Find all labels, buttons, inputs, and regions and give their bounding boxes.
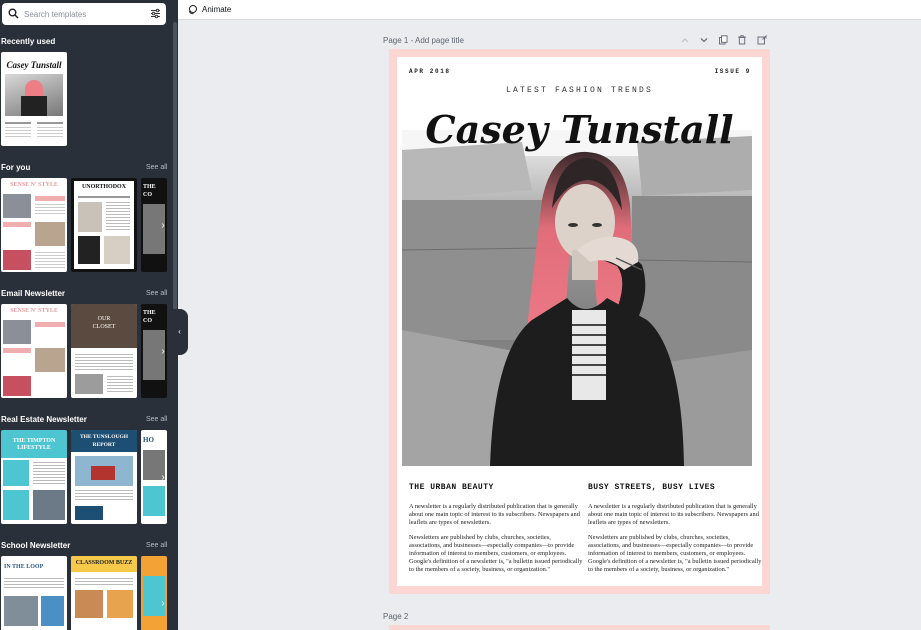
section-title-real-estate: Real Estate Newsletter xyxy=(1,415,87,424)
chevron-right-icon[interactable]: › xyxy=(157,344,169,360)
page-tools xyxy=(679,34,771,46)
top-toolbar: Animate xyxy=(178,0,921,20)
template-thumb-casey[interactable]: Casey Tunstall xyxy=(1,52,67,146)
template-thumb-orange[interactable] xyxy=(141,556,167,630)
section-title-email: Email Newsletter xyxy=(1,289,66,298)
chevron-right-icon[interactable]: › xyxy=(157,470,169,486)
thumb-row-school: IN THE LOOP CLASSROOM BUZZ xyxy=(1,556,171,630)
sliders-icon[interactable] xyxy=(150,8,161,19)
left-paragraph-1: A newsletter is a regularly distributed … xyxy=(409,503,580,526)
template-thumb-unorthodox[interactable]: UNORTHODOX xyxy=(71,178,137,272)
search-box[interactable] xyxy=(2,3,166,25)
chevron-up-icon[interactable] xyxy=(679,34,691,46)
animate-label: Animate xyxy=(202,5,232,14)
template-thumb-our-closet[interactable]: OUR CLOSET xyxy=(71,304,137,398)
newsletter-page: APR 2018 ISSUE 9 LATEST FASHION TRENDS C… xyxy=(397,57,762,586)
masthead-title[interactable]: Casey Tunstall xyxy=(397,107,762,152)
template-thumb-timpton[interactable]: THE TIMPTON LIFESTYLE xyxy=(1,430,67,524)
animate-icon xyxy=(187,4,198,15)
left-column-heading[interactable]: THE URBAN BEAUTY xyxy=(409,483,494,492)
section-title-school: School Newsletter xyxy=(1,541,71,550)
page-2-canvas[interactable] xyxy=(389,625,770,630)
see-all-email-link[interactable]: See all xyxy=(146,290,167,297)
chevron-right-icon[interactable]: › xyxy=(157,218,169,234)
template-thumb-sense-n-style[interactable]: SENSE N' STYLE xyxy=(1,178,67,272)
page-1-canvas[interactable]: APR 2018 ISSUE 9 LATEST FASHION TRENDS C… xyxy=(389,49,770,594)
thumb-row-email: SENSE N' STYLE OUR CLOSET THE CO xyxy=(1,304,171,398)
animate-button[interactable]: Animate xyxy=(187,2,231,17)
right-column-body[interactable]: A newsletter is a regularly distributed … xyxy=(588,503,762,581)
kicker-text[interactable]: LATEST FASHION TRENDS xyxy=(397,86,762,95)
template-thumb-tunslough[interactable]: THE TUNSLOUGH REPORT xyxy=(71,430,137,524)
thumb-row-for-you: SENSE N' STYLE UNORTHODOX THE CO xyxy=(1,178,171,272)
see-all-real-estate-link[interactable]: See all xyxy=(146,416,167,423)
template-thumb-in-the-loop[interactable]: IN THE LOOP xyxy=(1,556,67,630)
copy-icon[interactable] xyxy=(717,34,729,46)
template-thumb-sense-email[interactable]: SENSE N' STYLE xyxy=(1,304,67,398)
cover-photo[interactable] xyxy=(402,130,752,466)
section-title-for-you: For you xyxy=(1,163,31,172)
page-1-title[interactable]: Page 1 - Add page title xyxy=(383,36,464,45)
right-paragraph-2: Newsletters are published by clubs, chur… xyxy=(588,534,762,573)
issue-number[interactable]: ISSUE 9 xyxy=(715,68,751,75)
template-sidebar: Recently used Casey Tunstall For you See… xyxy=(0,0,178,630)
add-page-icon[interactable] xyxy=(756,34,768,46)
chevron-right-icon[interactable]: › xyxy=(157,596,169,612)
search-icon xyxy=(8,8,19,19)
left-paragraph-2: Newsletters are published by clubs, chur… xyxy=(409,534,583,573)
right-column-heading[interactable]: BUSY STREETS, BUSY LIVES xyxy=(588,483,715,492)
chevron-left-icon[interactable]: ‹ xyxy=(171,309,188,355)
trash-icon[interactable] xyxy=(736,34,748,46)
thumb-row-real-estate: THE TIMPTON LIFESTYLE THE TUNSLOUGH REPO… xyxy=(1,430,171,524)
see-all-for-you-link[interactable]: See all xyxy=(146,164,167,171)
search-input[interactable] xyxy=(24,6,139,22)
left-column-body[interactable]: A newsletter is a regularly distributed … xyxy=(409,503,583,581)
section-title-recent: Recently used xyxy=(1,37,56,46)
issue-date[interactable]: APR 2018 xyxy=(409,68,451,75)
sidebar-scrollbar[interactable] xyxy=(173,22,177,312)
page-2-title[interactable]: Page 2 xyxy=(383,612,408,621)
template-thumb-classroom-buzz[interactable]: CLASSROOM BUZZ xyxy=(71,556,137,630)
chevron-down-icon[interactable] xyxy=(698,34,710,46)
see-all-school-link[interactable]: See all xyxy=(146,542,167,549)
right-paragraph-1: A newsletter is a regularly distributed … xyxy=(588,503,759,526)
